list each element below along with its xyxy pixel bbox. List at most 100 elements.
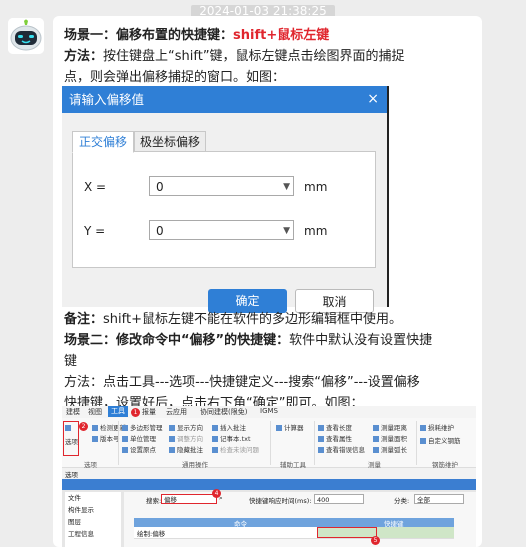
polygon-manage-button[interactable]: 多边形管理: [122, 422, 163, 432]
software-screenshot: 建模 视图 工具 报量 云应用 协同建模(限免) IGMS 1 选项 2 检测更…: [62, 406, 476, 547]
timeout-input[interactable]: 400: [314, 494, 364, 504]
scene1-title: 场景一：偏移布置的快捷键：: [64, 28, 234, 43]
insert-note-label: 插入批注: [220, 424, 246, 432]
divider: [314, 421, 315, 465]
query-length-button[interactable]: 查看长度: [318, 422, 352, 432]
dialog-title: 请输入偏移值: [69, 92, 145, 107]
scene2-text-1: 软件中默认没有设置快捷: [289, 333, 433, 348]
options-nav-list: 文件 构件显示 图层 工程信息: [65, 492, 121, 547]
method2-line1: 方法：点击工具---选项---快捷键定义---搜索“偏移”---设置偏移: [64, 375, 420, 390]
set-origin-button[interactable]: 设置原点: [122, 444, 156, 454]
custom-steel-button[interactable]: 自定义钢筋: [420, 435, 461, 445]
unit-manage-label: 单位管理: [130, 435, 156, 443]
options-window-bar: [62, 479, 476, 490]
scene1-heading: 场景一：偏移布置的快捷键：shift+鼠标左键: [64, 25, 476, 46]
nav-item-display[interactable]: 构件显示: [65, 504, 121, 516]
close-icon[interactable]: ×: [367, 86, 379, 113]
show-direction-label: 显示方向: [177, 424, 203, 432]
set-origin-label: 设置原点: [130, 446, 156, 454]
step-badge-5: 5: [371, 536, 380, 545]
version-label: 版本号: [100, 435, 120, 443]
measure-area-button[interactable]: 测量面积: [373, 433, 407, 443]
menu-item-tools[interactable]: 工具: [108, 406, 128, 417]
dialog-titlebar: 请输入偏移值 ×: [62, 86, 387, 113]
nav-item-project[interactable]: 工程信息: [65, 528, 121, 540]
y-input[interactable]: 0 ▼: [149, 220, 294, 240]
chevron-down-icon[interactable]: ▼: [283, 177, 290, 197]
menu-item[interactable]: 报量: [142, 407, 156, 417]
category-value: 全部: [417, 496, 430, 504]
hide-notes-label: 隐藏批注: [177, 446, 203, 454]
avatar[interactable]: [8, 18, 44, 54]
divider: [270, 421, 271, 465]
loss-maintain-button[interactable]: 损耗维护: [420, 422, 454, 432]
chevron-down-icon[interactable]: ▼: [283, 221, 290, 241]
hide-notes-button[interactable]: 隐藏批注: [169, 444, 203, 454]
measure-distance-button[interactable]: 测量距离: [373, 422, 407, 432]
query-attr-button[interactable]: 查看属性: [318, 433, 352, 443]
divider: [118, 421, 119, 465]
shortcut-pane: 搜索: 偏移 ⌕ 4 快捷键响应时间(ms): 400 分类: 全部 命令 快捷…: [124, 489, 476, 547]
nav-item-layer[interactable]: 图层: [65, 516, 121, 528]
shortcut-cell-fill: [377, 527, 454, 538]
search-label: 搜索:: [146, 497, 162, 505]
show-direction-button[interactable]: 显示方向: [169, 422, 203, 432]
table-row[interactable]: 绘制:偏移: [134, 527, 454, 539]
shortcut-cell[interactable]: [317, 527, 377, 538]
timeout-value: 400: [317, 496, 330, 504]
version-button[interactable]: 版本号: [92, 433, 120, 443]
query-error-button[interactable]: 查看错误信息: [318, 444, 365, 454]
menu-item[interactable]: 视图: [88, 407, 102, 417]
loss-maintain-label: 损耗维护: [428, 424, 454, 432]
custom-steel-label: 自定义钢筋: [428, 437, 461, 445]
scene2-heading: 场景二：修改命令中“偏移”的快捷键：软件中默认没有设置快捷: [64, 330, 476, 351]
y-value: 0: [156, 224, 164, 238]
check-unread-button[interactable]: 检查未读问题: [212, 444, 259, 454]
menu-item[interactable]: 协同建模(限免): [200, 407, 247, 417]
divider: [416, 421, 417, 465]
y-unit: mm: [304, 224, 328, 238]
unit-manage-button[interactable]: 单位管理: [122, 433, 156, 443]
measure-arc-label: 测量弧长: [381, 446, 407, 454]
note-line: 备注：shift+鼠标左键不能在软件的多边形编辑框中使用。: [64, 309, 476, 330]
shortcut-table-header: 命令 快捷键: [134, 518, 454, 528]
method-text-1: 按住键盘上“shift”键，鼠标左键点击绘图界面的捕捉: [103, 49, 405, 64]
measure-distance-label: 测量距离: [381, 424, 407, 432]
menu-item[interactable]: IGMS: [260, 407, 278, 415]
search-input[interactable]: 偏移: [161, 494, 217, 504]
calculator-button[interactable]: 计算器: [276, 422, 304, 432]
note-text: shift+鼠标左键不能在软件的多边形编辑框中使用。: [103, 312, 402, 327]
ribbon: 选项 2 检测更新 版本号 选项 多边形管理 单位管理 设置原点 显示方向 调整…: [62, 418, 476, 469]
adjust-direction-button[interactable]: 调整方向: [169, 433, 203, 443]
scene2-text-2: 键: [64, 354, 78, 369]
nav-item-file[interactable]: 文件: [65, 492, 121, 504]
tab-polar-offset[interactable]: 极坐标偏移: [134, 131, 206, 153]
query-length-label: 查看长度: [326, 424, 352, 432]
note-label: 备注：: [64, 312, 104, 327]
menu-item[interactable]: 云应用: [166, 407, 187, 417]
message-bubble[interactable]: 场景一：偏移布置的快捷键：shift+鼠标左键 方法：按住键盘上“shift”键…: [53, 16, 482, 547]
notepad-button[interactable]: 记事本.txt: [212, 433, 251, 443]
menu-item[interactable]: 建模: [66, 407, 80, 417]
x-value: 0: [156, 180, 164, 194]
step-badge-1: 1: [131, 408, 140, 417]
x-input[interactable]: 0 ▼: [149, 176, 294, 196]
tab-ortho-offset[interactable]: 正交偏移: [72, 131, 134, 153]
method1-line2: 点，则会弹出偏移捕捉的窗口。如图：: [64, 70, 286, 85]
options-button[interactable]: 选项: [65, 436, 78, 446]
offset-panel: X = 0 ▼ mm Y = 0 ▼ mm: [72, 151, 376, 268]
measure-arc-button[interactable]: 测量弧长: [373, 444, 407, 454]
scene1-shortcut: shift+鼠标左键: [233, 28, 330, 43]
check-update-button[interactable]: 检测更新: [92, 422, 126, 432]
category-select[interactable]: 全部: [414, 494, 464, 504]
step-badge-4: 4: [212, 489, 221, 498]
polygon-manage-label: 多边形管理: [130, 424, 163, 432]
y-label: Y =: [84, 224, 106, 238]
insert-note-button[interactable]: 插入批注: [212, 422, 246, 432]
query-error-label: 查看错误信息: [326, 446, 365, 454]
calculator-label: 计算器: [284, 424, 304, 432]
method-label: 方法：: [64, 49, 104, 64]
options-window-title: 选项: [65, 471, 78, 479]
adjust-direction-label: 调整方向: [177, 435, 203, 443]
measure-area-label: 测量面积: [381, 435, 407, 443]
